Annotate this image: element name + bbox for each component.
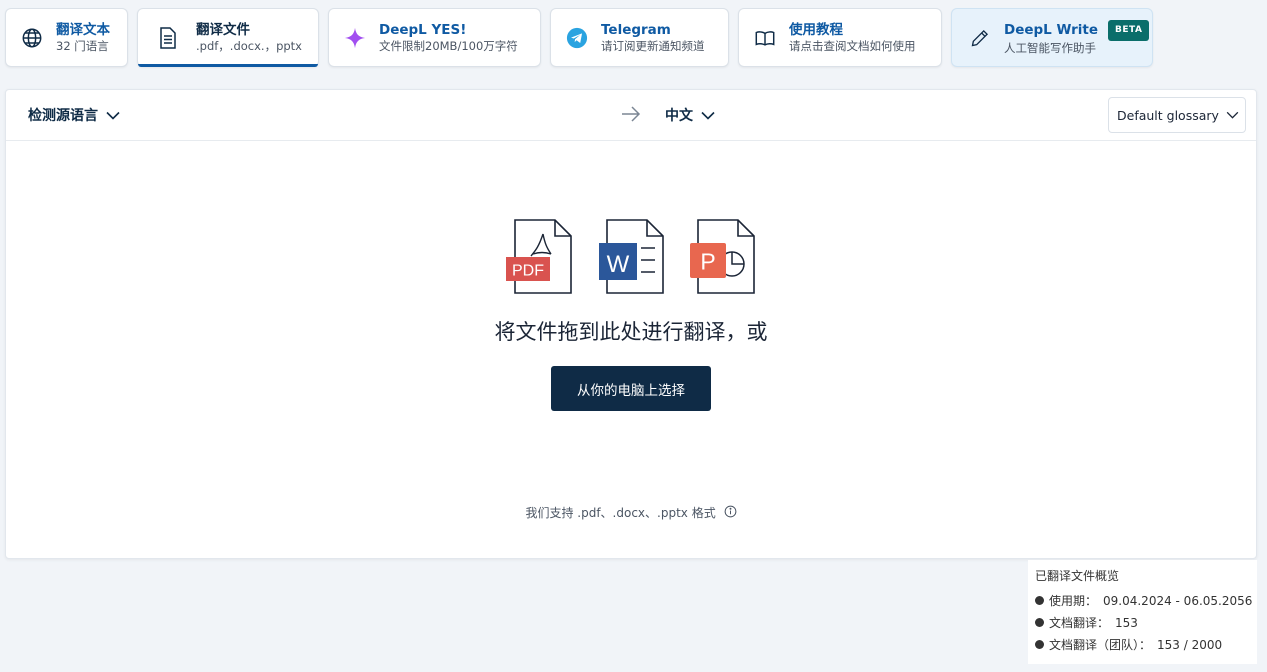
usage-label: 使用期： <box>1049 594 1098 608</box>
choose-file-button[interactable]: 从你的电脑上选择 <box>551 366 711 411</box>
usage-title: 已翻译文件概览 <box>1035 569 1120 583</box>
bullet-icon <box>1035 640 1044 649</box>
drop-instruction: 将文件拖到此处进行翻译，或 <box>494 320 768 344</box>
tab-subtitle: 人工智能写作助手 <box>1004 40 1096 55</box>
tab-subtitle: 请订阅更新通知频道 <box>601 38 705 53</box>
usage-row-team-documents: 文档翻译（团队）： 153 / 2000 <box>1035 637 1250 653</box>
tab-title: DeepL YES! <box>379 21 467 38</box>
tab-deepl-write[interactable]: DeepL Write BETA 人工智能写作助手 <box>951 8 1153 67</box>
bullet-icon <box>1035 618 1044 627</box>
info-icon[interactable] <box>724 505 737 521</box>
telegram-icon <box>565 26 589 50</box>
beta-badge: BETA <box>1108 19 1150 41</box>
tab-title: 使用教程 <box>789 21 843 38</box>
target-language-label: 中文 <box>665 108 693 124</box>
chevron-down-icon <box>701 111 715 120</box>
glossary-label: Default glossary <box>1117 107 1219 123</box>
usage-value: 153 / 2000 <box>1157 638 1223 652</box>
tab-subtitle: 32 门语言 <box>56 38 109 53</box>
book-icon <box>753 26 777 50</box>
tab-subtitle: 请点击查阅文档如何使用 <box>789 38 916 53</box>
tab-title: 翻译文本 <box>56 21 110 38</box>
tab-translate-text[interactable]: 翻译文本 32 门语言 <box>5 8 128 67</box>
bullet-icon <box>1035 596 1044 605</box>
pdf-badge-text: PDF <box>512 263 544 280</box>
tab-title: DeepL Write BETA <box>1004 19 1150 41</box>
tab-telegram[interactable]: Telegram 请订阅更新通知频道 <box>550 8 729 67</box>
arrow-right-icon[interactable] <box>621 104 641 128</box>
usage-row-period: 使用期： 09.04.2024 - 06.05.2056 <box>1035 593 1253 609</box>
supported-formats: 我们支持 .pdf、.docx、.pptx 格式 <box>6 504 1256 521</box>
document-icon <box>156 26 180 50</box>
file-translator-panel: 检测源语言 中文 Default glossary PDF W P 将文件拖到此… <box>5 89 1257 559</box>
powerpoint-file-icon: P <box>690 219 755 294</box>
pencil-icon <box>968 26 992 50</box>
tab-subtitle: 文件限制20MB/100万字符 <box>379 38 518 53</box>
source-language-label: 检测源语言 <box>28 108 98 124</box>
supported-formats-text: 我们支持 .pdf、.docx、.pptx 格式 <box>525 506 716 520</box>
usage-value: 153 <box>1115 616 1138 630</box>
source-language-select[interactable]: 检测源语言 <box>28 105 120 125</box>
pdf-file-icon: PDF <box>506 219 572 294</box>
tab-deepl-yes[interactable]: DeepL YES! 文件限制20MB/100万字符 <box>328 8 541 67</box>
usage-label: 文档翻译（团队）： <box>1049 638 1152 652</box>
target-language-select[interactable]: 中文 <box>665 105 715 125</box>
chevron-down-icon <box>106 111 120 120</box>
usage-row-documents: 文档翻译： 153 <box>1035 615 1250 631</box>
globe-icon <box>20 26 44 50</box>
usage-label: 文档翻译： <box>1049 616 1110 630</box>
tab-translate-files[interactable]: 翻译文件 .pdf，.docx.，pptx <box>137 8 319 67</box>
file-drop-zone[interactable]: PDF W P 将文件拖到此处进行翻译，或 从你的电脑上选择 我们支持 .pdf… <box>6 142 1256 558</box>
sparkle-icon <box>343 26 367 50</box>
glossary-select[interactable]: Default glossary <box>1108 97 1246 133</box>
word-file-icon: W <box>599 219 664 294</box>
tab-title: Telegram <box>601 21 671 38</box>
file-type-icons: PDF W P <box>506 219 755 294</box>
usage-overview: 已翻译文件概览 使用期： 09.04.2024 - 06.05.2056 文档翻译… <box>1028 560 1257 664</box>
ppt-badge-text: P <box>700 249 715 275</box>
tab-tutorial[interactable]: 使用教程 请点击查阅文档如何使用 <box>738 8 942 67</box>
tab-title-text: DeepL Write <box>1004 21 1099 38</box>
language-bar: 检测源语言 中文 Default glossary <box>6 90 1256 141</box>
tab-subtitle: .pdf，.docx.，pptx <box>196 38 302 53</box>
chevron-down-icon <box>1226 111 1239 119</box>
tab-title: 翻译文件 <box>196 21 250 38</box>
word-badge-text: W <box>607 251 630 278</box>
usage-value: 09.04.2024 - 06.05.2056 <box>1103 594 1253 608</box>
